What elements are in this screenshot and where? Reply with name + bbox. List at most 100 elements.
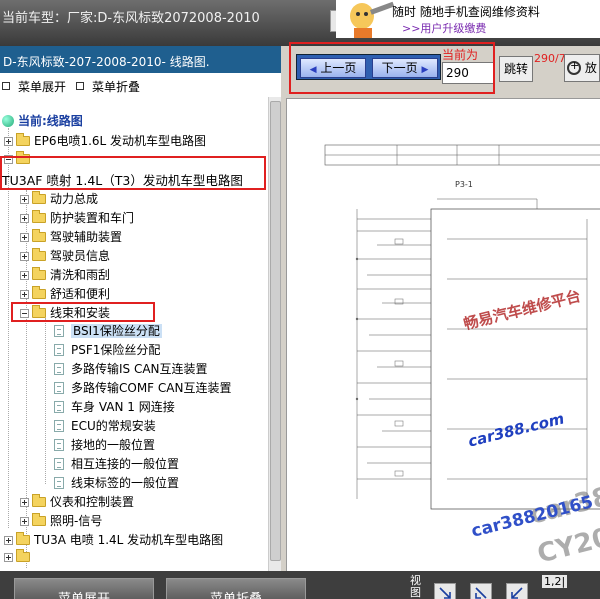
next-page-button[interactable]: 下一页 ▶ <box>372 58 438 78</box>
expand-icon[interactable] <box>20 195 29 204</box>
tree-leaf[interactable]: 相互连接的一般位置 <box>54 455 179 473</box>
tree-leaf[interactable]: 接地的一般位置 <box>54 436 155 454</box>
tree-item[interactable]: 清洗和雨刮 <box>20 266 110 284</box>
tree-item-label: 清洗和雨刮 <box>50 268 111 282</box>
collapse-checkbox-icon <box>76 82 84 90</box>
tree-item[interactable]: TU3AF 喷射 1.4L（T3）发动机车型电路图 <box>2 170 243 188</box>
view-mode-button-1[interactable] <box>434 583 456 599</box>
document-icon <box>54 439 64 451</box>
tree-item[interactable]: EP6电喷1.6L 发动机车型电路图 <box>4 132 206 150</box>
document-icon <box>54 458 64 470</box>
expand-icon[interactable] <box>4 536 13 545</box>
expand-icon[interactable] <box>20 233 29 242</box>
tree-item[interactable] <box>4 549 34 568</box>
folder-icon <box>32 286 46 299</box>
tree-item-label: EP6电喷1.6L 发动机车型电路图 <box>34 134 207 148</box>
tree-leaf[interactable]: 多路传输COMF CAN互连装置 <box>54 379 231 397</box>
expand-icon[interactable] <box>4 553 13 562</box>
tree-item[interactable]: 动力总成 <box>20 190 98 208</box>
tree-leaf-label: 车身 VAN 1 网连接 <box>71 400 175 414</box>
collapse-menu-label: 菜单折叠 <box>92 80 141 94</box>
expand-icon[interactable] <box>4 137 13 146</box>
ad-upgrade-link[interactable]: >>用户升级缴费 <box>402 20 486 36</box>
collapse-icon[interactable] <box>20 309 29 318</box>
tree-item[interactable]: 舒适和便利 <box>20 285 110 303</box>
scrollbar-thumb[interactable] <box>270 101 281 561</box>
folder-icon <box>32 267 46 280</box>
current-page-label: 当前为 <box>442 48 479 62</box>
folder-icon <box>16 532 30 545</box>
tree-item-label: TU3A 电喷 1.4L 发动机车型电路图 <box>34 533 224 547</box>
top-bar: 当前车型：厂家:D-东风标致2072008-2010 随时 随地手机查阅维修资料… <box>0 0 600 46</box>
tree-root-label: 当前:线路图 <box>18 114 83 128</box>
zoom-in-button[interactable]: 放 <box>564 54 600 82</box>
expand-checkbox-icon <box>2 82 10 90</box>
tree-item[interactable]: 线束和安装 <box>20 304 110 322</box>
total-pages: 290/765 <box>534 52 580 65</box>
expand-icon[interactable] <box>20 498 29 507</box>
next-page-label: 下一页 <box>381 61 418 75</box>
view-label: 视图 <box>410 574 421 599</box>
tree-root[interactable]: 当前:线路图 <box>2 112 83 130</box>
bottom-expand-button[interactable]: 菜单展开 <box>14 578 154 599</box>
tree-item[interactable]: 照明-信号 <box>20 512 102 530</box>
prev-page-button[interactable]: ◀ 上一页 <box>300 58 366 78</box>
document-icon <box>54 477 64 489</box>
tree-leaf[interactable]: BSI1保险丝分配 <box>54 322 162 340</box>
tree-leaf-label: 线束标签的一般位置 <box>71 476 180 490</box>
folder-icon <box>16 549 30 562</box>
expand-menu-button[interactable]: 菜单展开 <box>2 78 66 95</box>
expand-icon[interactable] <box>20 214 29 223</box>
tree-scrollbar[interactable] <box>268 97 281 571</box>
document-icon <box>54 420 64 432</box>
expand-icon[interactable] <box>20 517 29 526</box>
tree-item[interactable] <box>4 151 34 170</box>
folder-icon <box>16 151 30 164</box>
document-icon <box>54 344 64 356</box>
tree-item-label: 舒适和便利 <box>50 287 111 301</box>
expand-icon[interactable] <box>20 271 29 280</box>
open-folder-icon <box>32 305 46 318</box>
tree-leaf[interactable]: 车身 VAN 1 网连接 <box>54 398 175 416</box>
collapse-icon[interactable] <box>4 155 13 164</box>
expand-icon[interactable] <box>20 252 29 261</box>
folder-icon <box>32 494 46 507</box>
tree-item[interactable]: 驾驶员信息 <box>20 247 110 265</box>
tree-item[interactable]: TU3A 电喷 1.4L 发动机车型电路图 <box>4 531 223 549</box>
fit-page-icon <box>511 587 523 599</box>
folder-icon <box>32 229 46 242</box>
tree-item[interactable]: 防护装置和车门 <box>20 209 134 227</box>
tree-leaf[interactable]: PSF1保险丝分配 <box>54 341 160 359</box>
zoom-label: 放 <box>584 61 597 75</box>
tree-item[interactable]: 仪表和控制装置 <box>20 493 134 511</box>
collapse-menu-button[interactable]: 菜单折叠 <box>76 78 140 95</box>
bottom-collapse-button[interactable]: 菜单折叠 <box>166 578 306 599</box>
view-mode-button-2[interactable] <box>470 583 492 599</box>
mascot-icon <box>350 1 395 38</box>
current-car-model: 当前车型：厂家:D-东风标致2072008-2010 <box>2 11 260 26</box>
expand-menu-label: 菜单展开 <box>18 80 67 94</box>
tree-item[interactable]: 驾驶辅助装置 <box>20 228 122 246</box>
tree-leaf[interactable]: 多路传输IS CAN互连装置 <box>54 360 208 378</box>
expand-icon[interactable] <box>20 290 29 299</box>
right-arrow-icon: ▶ <box>421 65 429 75</box>
wiring-tree: 当前:线路图 EP6电喷1.6L 发动机车型电路图 TU3AF 喷射 1.4L（… <box>0 106 268 571</box>
document-icon <box>54 325 64 337</box>
schematic-page-header: P3-1 <box>455 180 473 189</box>
jump-button[interactable]: 跳转 <box>499 56 533 82</box>
schematic-viewer[interactable]: P3-1 畅易汽车维修平台 car388.com car388 car38820… <box>286 98 600 571</box>
tree-leaf[interactable]: 线束标签的一般位置 <box>54 474 179 492</box>
globe-icon <box>2 115 14 127</box>
page-fraction: 1,2| <box>542 575 568 588</box>
ad-banner[interactable]: 随时 随地手机查阅维修资料 >>用户升级缴费 <box>336 0 600 38</box>
tree-item-label: 仪表和控制装置 <box>50 495 135 509</box>
prev-page-label: 上一页 <box>320 61 357 75</box>
tree-panel: D-东风标致-207-2008-2010- 线路图. 菜单展开 菜单折叠 当前:… <box>0 46 281 571</box>
tree-leaf-label: 接地的一般位置 <box>71 438 156 452</box>
tree-leaf[interactable]: ECU的常规安装 <box>54 417 156 435</box>
tree-item-label: 照明-信号 <box>50 514 103 528</box>
viewer-panel: ◀ 上一页 下一页 ▶ 当前为 290 跳转 290/765 放 P3-1 <box>282 42 600 571</box>
zoom-in-icon <box>567 59 581 75</box>
view-mode-button-3[interactable] <box>506 583 528 599</box>
page-number-input[interactable]: 290 <box>442 62 494 84</box>
